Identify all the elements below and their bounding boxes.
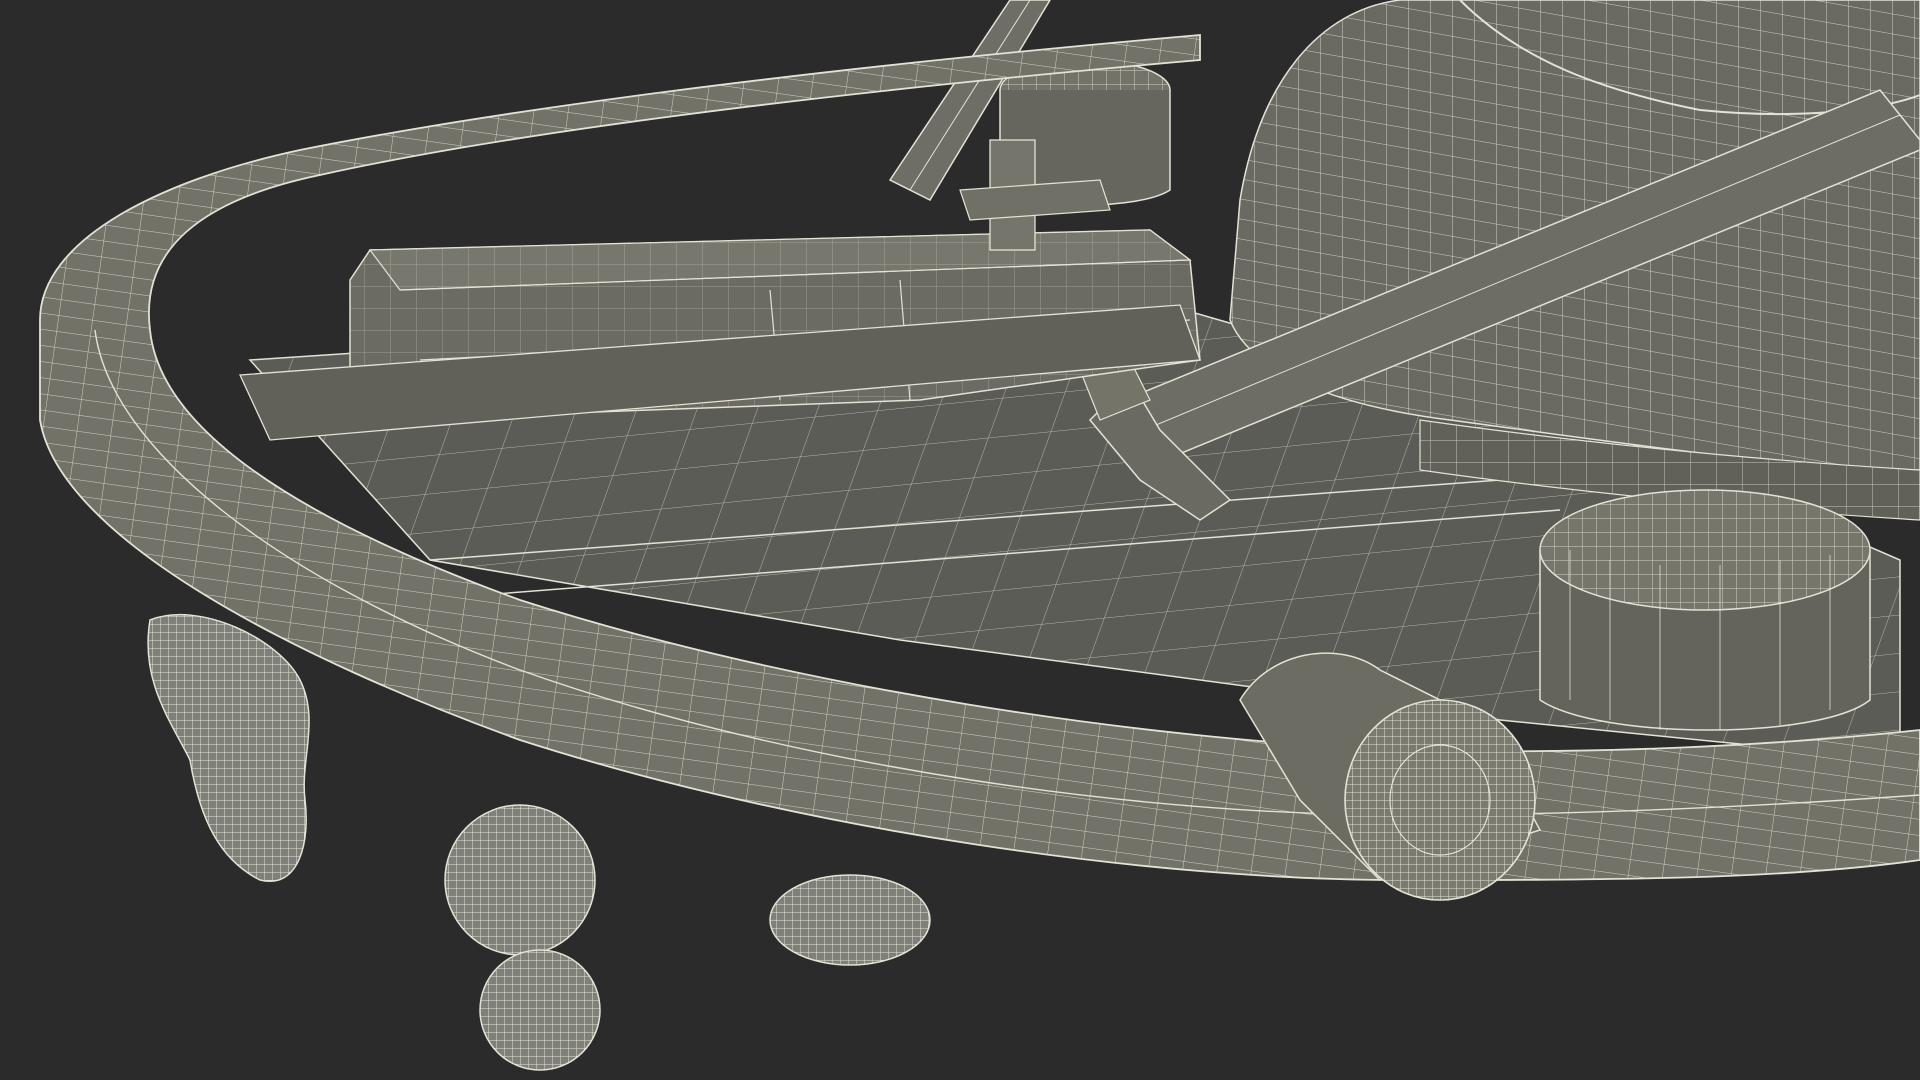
side-pod-cylinder	[1539, 489, 1871, 731]
wireframe-scene	[39, 0, 1920, 1071]
caster-wheel-left	[147, 614, 310, 883]
3d-viewport[interactable]	[0, 0, 1920, 1080]
caster-wheel-center	[444, 804, 601, 1071]
caster-wheel-right	[769, 874, 931, 966]
